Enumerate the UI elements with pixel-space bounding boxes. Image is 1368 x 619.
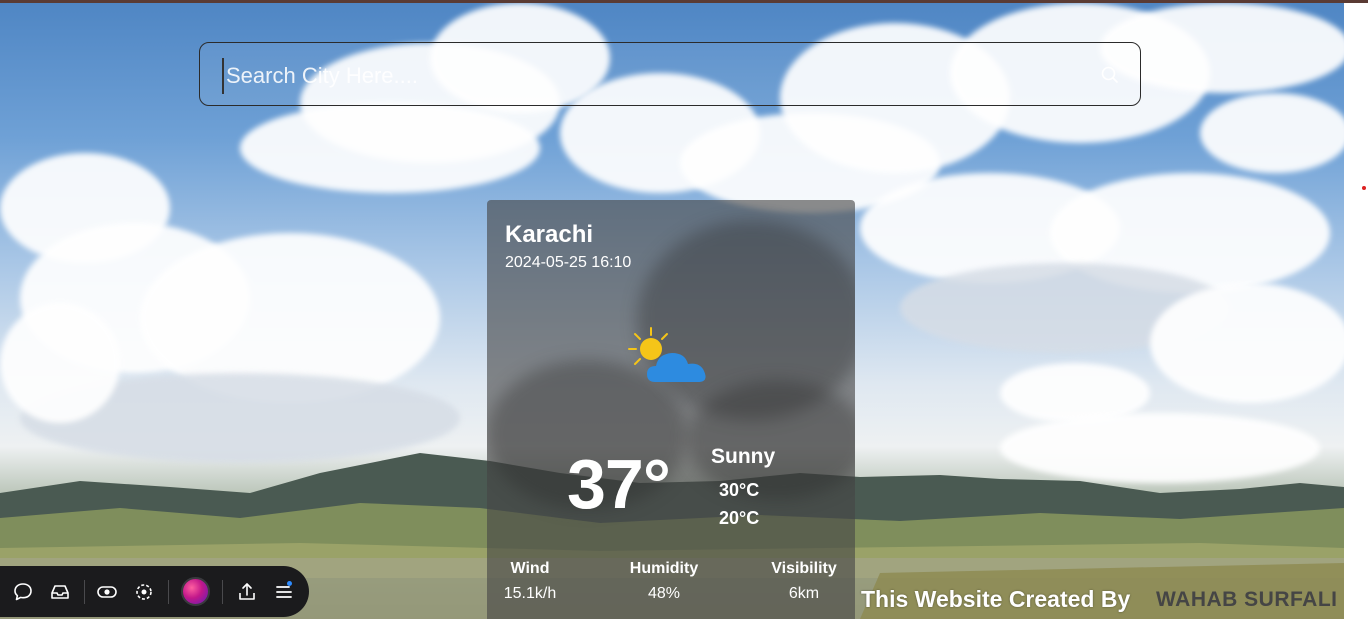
toolbar-divider bbox=[222, 580, 223, 604]
menu-icon[interactable] bbox=[271, 579, 297, 605]
floating-toolbar bbox=[0, 566, 309, 617]
toolbar-divider bbox=[168, 580, 169, 604]
wind-stat: Wind 15.1k/h bbox=[495, 560, 565, 603]
max-temperature: 30°C bbox=[719, 480, 760, 500]
search-bar bbox=[199, 42, 1141, 106]
indicator-dot bbox=[1362, 186, 1366, 190]
visibility-stat: Visibility 6km bbox=[763, 560, 845, 603]
weather-condition: Sunny bbox=[711, 445, 776, 468]
stat-value: 48% bbox=[647, 585, 681, 602]
search-input[interactable] bbox=[222, 58, 1048, 94]
author-name: WAHAB SURFALI bbox=[1156, 588, 1338, 611]
chat-icon[interactable] bbox=[10, 579, 36, 605]
share-icon[interactable] bbox=[234, 579, 260, 605]
stat-label: Visibility bbox=[771, 560, 837, 577]
sun-behind-cloud-icon bbox=[625, 324, 721, 394]
stat-value: 6km bbox=[788, 585, 820, 602]
current-temperature: 37° bbox=[567, 445, 671, 523]
city-name: Karachi bbox=[505, 221, 594, 248]
stat-value: 15.1k/h bbox=[503, 585, 557, 602]
stat-label: Humidity bbox=[629, 560, 699, 577]
humidity-stat: Humidity 48% bbox=[619, 560, 709, 603]
toolbar-divider bbox=[84, 580, 85, 604]
avatar[interactable] bbox=[181, 577, 210, 606]
notification-dot bbox=[287, 581, 292, 586]
inbox-icon[interactable] bbox=[47, 579, 73, 605]
weather-card: Karachi 2024-05-25 16:10 37° Sunny 30°C … bbox=[487, 200, 855, 619]
eye-toggle-icon[interactable] bbox=[94, 579, 120, 605]
stat-label: Wind bbox=[510, 560, 550, 577]
focus-icon[interactable] bbox=[131, 579, 157, 605]
page-right-margin bbox=[1344, 3, 1368, 619]
credit-text: This Website Created By bbox=[861, 586, 1131, 612]
min-temperature: 20°C bbox=[719, 508, 760, 528]
search-icon[interactable] bbox=[1100, 65, 1120, 85]
local-datetime: 2024-05-25 16:10 bbox=[505, 254, 632, 271]
